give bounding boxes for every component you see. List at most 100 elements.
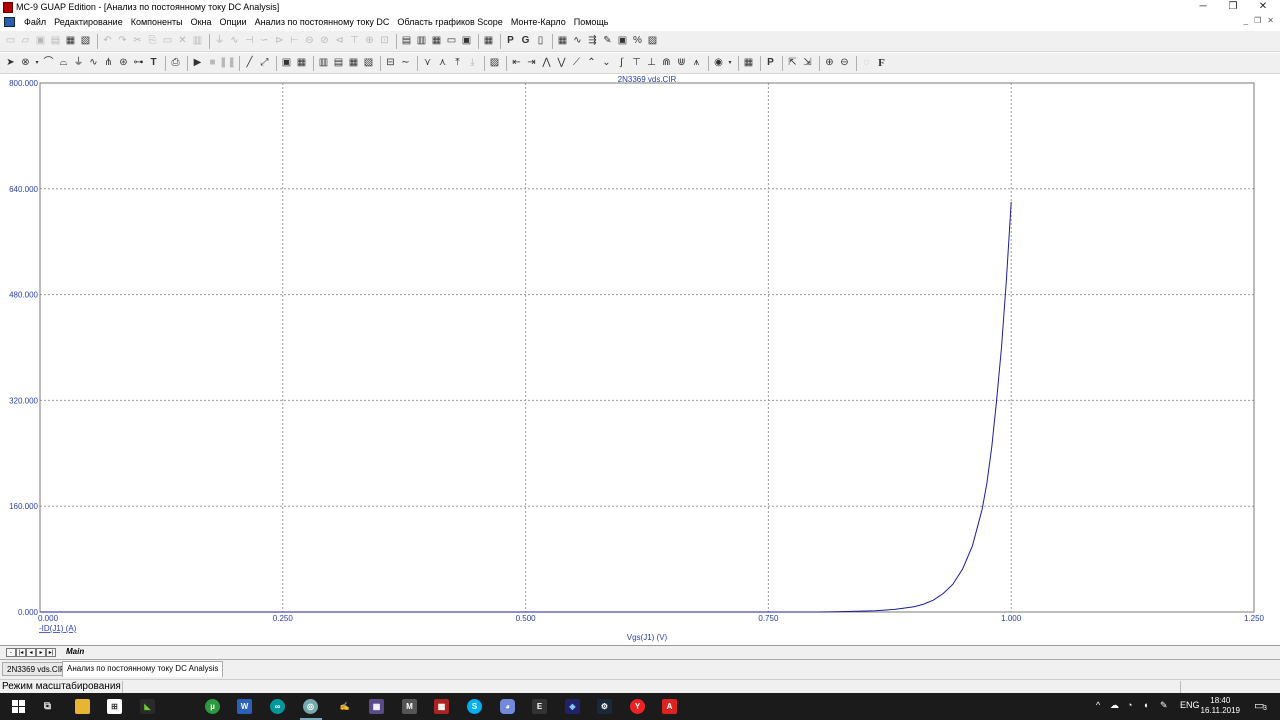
menu-edit[interactable]: Редактирование xyxy=(50,17,127,27)
split-window-icon[interactable]: ▣ xyxy=(460,35,473,48)
app-icon-pattern[interactable]: ▩ xyxy=(434,699,449,714)
component-battery-icon[interactable]: ⊢ xyxy=(288,35,301,48)
tile-horizontal-icon[interactable]: ▤ xyxy=(400,35,413,48)
global-settings-icon[interactable]: G xyxy=(519,35,532,48)
tray-expand-icon[interactable]: ^ xyxy=(1096,700,1100,710)
maximize-button[interactable]: ❐ xyxy=(1218,0,1248,15)
tab-nav-last-button[interactable]: ▸| xyxy=(46,648,56,657)
discord-icon[interactable]: ◕ xyxy=(500,699,515,714)
nvidia-icon[interactable]: ◣ xyxy=(140,699,155,714)
properties-icon[interactable]: P xyxy=(504,35,517,48)
store-icon[interactable]: ⊞ xyxy=(107,699,122,714)
baseline-icon[interactable]: ⊟ xyxy=(384,57,397,70)
tag-right-icon[interactable]: ⇲ xyxy=(801,57,814,70)
global-high-icon[interactable]: ⋒ xyxy=(660,57,673,70)
probe-icon[interactable]: ⊶ xyxy=(132,57,145,70)
chevron-down-icon[interactable]: ▾ xyxy=(34,57,40,70)
valley-icon[interactable]: ⋁ xyxy=(555,57,568,70)
select-all-icon[interactable]: ▥ xyxy=(191,35,204,48)
window-icon[interactable]: ▭ xyxy=(445,35,458,48)
minimize-button[interactable]: ─ xyxy=(1188,0,1218,15)
layout1-icon[interactable]: ▥ xyxy=(317,57,330,70)
task-view-icon[interactable]: ⧉ xyxy=(40,699,55,714)
top-icon[interactable]: ⊤ xyxy=(630,57,643,70)
save-icon[interactable]: ▣ xyxy=(34,35,47,48)
word-icon[interactable]: W xyxy=(237,699,252,714)
chart-icon[interactable]: ▨ xyxy=(488,57,501,70)
bottom-icon[interactable]: ⊥ xyxy=(645,57,658,70)
calculator-icon[interactable]: ▦ xyxy=(482,35,495,48)
tile-vertical-icon[interactable]: ▥ xyxy=(415,35,428,48)
stop-icon[interactable]: ■ xyxy=(206,57,219,70)
redo-icon[interactable]: ↷ xyxy=(116,35,129,48)
component-npn-icon[interactable]: ⊘ xyxy=(318,35,331,48)
table-icon[interactable]: ▦ xyxy=(742,57,755,70)
select-arrow-icon[interactable]: ➤ xyxy=(4,57,17,70)
steam-icon[interactable]: ⚙ xyxy=(597,699,612,714)
grid-toggle-icon[interactable]: ▦ xyxy=(295,57,308,70)
menu-components[interactable]: Компоненты xyxy=(127,17,187,27)
image-icon[interactable]: ▨ xyxy=(646,35,659,48)
menu-scope[interactable]: Область графиков Scope xyxy=(393,17,506,27)
component-diode-icon[interactable]: ⊳ xyxy=(273,35,286,48)
tray-volume-icon[interactable]: ◖ xyxy=(1143,700,1148,710)
animate-icon[interactable]: ◌ xyxy=(860,57,873,70)
tag-left-icon[interactable]: ⇱ xyxy=(786,57,799,70)
cursor-high-icon[interactable]: ⤒ xyxy=(451,57,464,70)
app-icon-grid[interactable]: ▦ xyxy=(369,699,384,714)
menu-options[interactable]: Опции xyxy=(215,17,250,27)
print-preview-icon[interactable]: ▧ xyxy=(79,35,92,48)
open-file-icon[interactable]: ▱ xyxy=(19,35,32,48)
component-source-icon[interactable]: ⊖ xyxy=(303,35,316,48)
file-explorer-icon[interactable] xyxy=(75,699,90,714)
chrome-icon[interactable]: ◎ xyxy=(303,699,318,714)
copy-icon[interactable]: ⎘ xyxy=(146,35,159,48)
component-resistor-icon[interactable]: ∿ xyxy=(228,35,241,48)
document-icon[interactable] xyxy=(4,17,15,27)
layout2-icon[interactable]: ▤ xyxy=(332,57,345,70)
app-icon-sign[interactable]: ✍ xyxy=(337,699,352,714)
save-all-icon[interactable]: ▤ xyxy=(49,35,62,48)
inflection-icon[interactable]: ∫ xyxy=(615,57,628,70)
arrow-line-icon[interactable]: ⤢ xyxy=(258,57,271,70)
component-mode-icon[interactable]: ⊗ xyxy=(19,57,32,70)
line-icon[interactable]: ╱ xyxy=(243,57,256,70)
component-more-icon[interactable]: ⊕ xyxy=(363,35,376,48)
pen-icon[interactable]: ✎ xyxy=(601,35,614,48)
component-ground-icon[interactable]: ⏚ xyxy=(213,35,226,48)
font-icon[interactable]: F xyxy=(875,57,888,70)
tab-nav-first-button[interactable]: |◂ xyxy=(16,648,26,657)
utorrent-icon[interactable]: µ xyxy=(205,699,220,714)
layout3-icon[interactable]: ▦ xyxy=(347,57,360,70)
menu-help[interactable]: Помощь xyxy=(570,17,613,27)
waveform-icon[interactable]: ∿ xyxy=(571,35,584,48)
delete-icon[interactable]: ✕ xyxy=(176,35,189,48)
app-icon-dark[interactable]: ◈ xyxy=(565,699,580,714)
epic-games-icon[interactable]: E xyxy=(532,699,547,714)
branch-icon[interactable]: ⋔ xyxy=(102,57,115,70)
yandex-browser-icon[interactable]: Y xyxy=(630,699,645,714)
ground-wire-icon[interactable]: ⏚ xyxy=(72,57,85,70)
zoom-in-icon[interactable]: ⊕ xyxy=(823,57,836,70)
component-switch-icon[interactable]: ⊤ xyxy=(348,35,361,48)
node-icon[interactable]: ⊛ xyxy=(117,57,130,70)
windows-start-icon[interactable] xyxy=(12,700,25,713)
acrobat-icon[interactable]: A xyxy=(662,699,677,714)
close-button[interactable]: ✕ xyxy=(1248,0,1278,15)
cursor-right-icon[interactable]: ⇥ xyxy=(525,57,538,70)
cursor-peak-icon[interactable]: ⋎ xyxy=(421,57,434,70)
text-icon[interactable]: T xyxy=(147,57,160,70)
cursor-valley-icon[interactable]: ⋏ xyxy=(436,57,449,70)
pause-icon[interactable]: ❚❚ xyxy=(219,57,236,70)
wave-peak-icon[interactable]: ⌃ xyxy=(585,57,598,70)
window-tab-circuit[interactable]: 2N3369 vds.CIR xyxy=(2,662,71,676)
wave2-icon[interactable]: ∿ xyxy=(87,57,100,70)
chip-icon[interactable]: ▣ xyxy=(616,35,629,48)
y-axis-label[interactable]: -ID(J1) (A) xyxy=(39,624,77,633)
cut-icon[interactable]: ✂ xyxy=(131,35,144,48)
grid-icon[interactable]: ▦ xyxy=(556,35,569,48)
mdi-close-button[interactable]: ✕ xyxy=(1267,16,1274,25)
tray-pen-icon[interactable]: ✎ xyxy=(1160,700,1168,711)
layout4-icon[interactable]: ▧ xyxy=(362,57,375,70)
export-icon[interactable]: ⎙ xyxy=(169,57,182,70)
